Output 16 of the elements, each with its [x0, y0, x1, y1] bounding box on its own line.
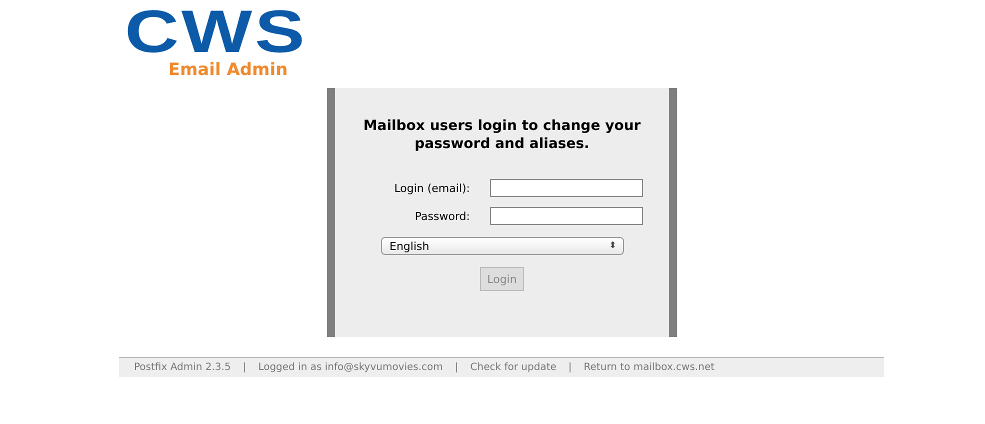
footer-separator: | [242, 362, 246, 373]
footer-text: Logged in as info@skyvumovies.com [258, 362, 443, 373]
login-heading: Mailbox users login to change your password and aliases. [362, 117, 642, 153]
input-field[interactable] [490, 207, 643, 225]
footer-separator: | [454, 362, 458, 373]
logo-brand: CWS [124, 4, 308, 60]
input-field[interactable] [490, 179, 643, 197]
footer-link[interactable]: Return to mailbox.cws.net [584, 362, 715, 373]
select-arrows-icon: ⬍ [608, 241, 616, 251]
logo-subtitle: Email Admin [168, 60, 288, 80]
footer-link[interactable]: Check for update [470, 362, 556, 373]
field-label: Password: [414, 210, 471, 222]
footer-separator: | [568, 362, 572, 373]
field-label: Login (email): [393, 182, 471, 194]
footer-text: Postfix Admin 2.3.5 [134, 362, 231, 373]
language-select[interactable]: English ⬍ [380, 237, 624, 255]
